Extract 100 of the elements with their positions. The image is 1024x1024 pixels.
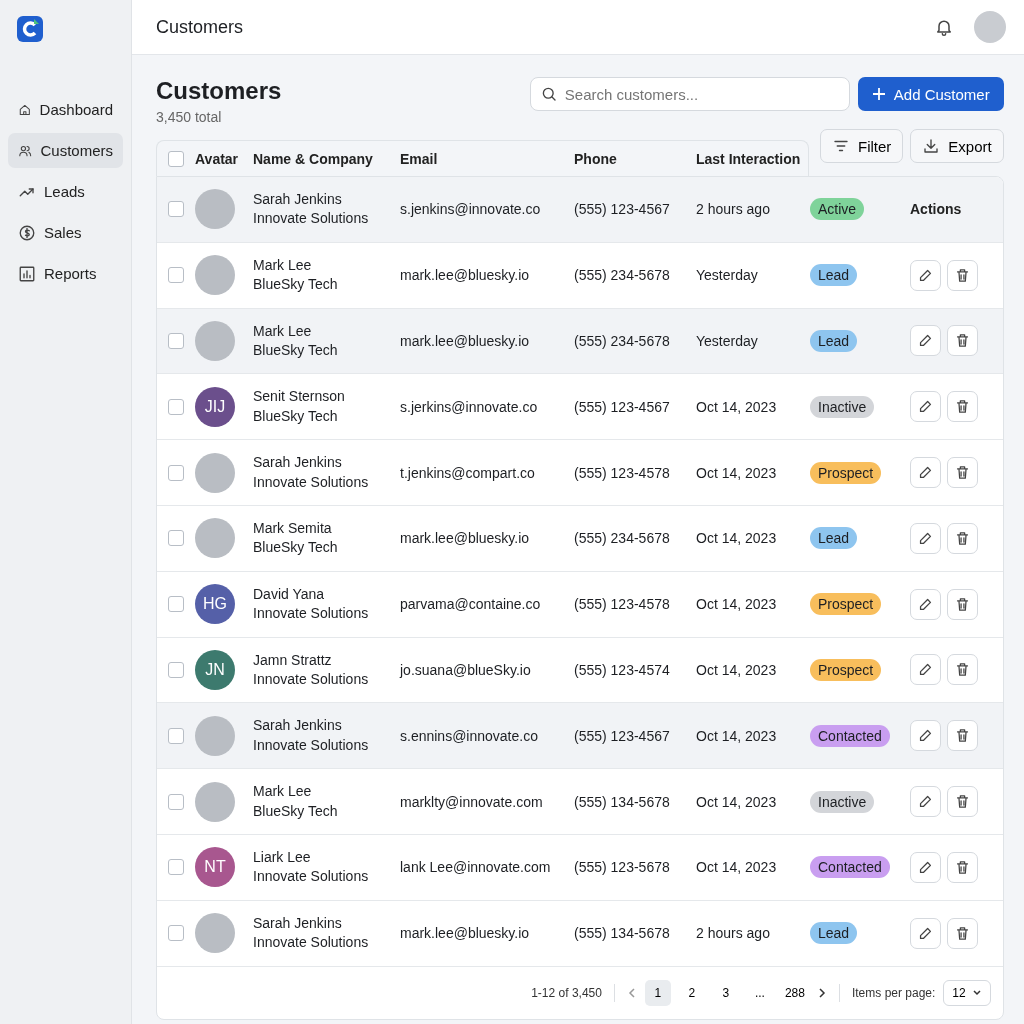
sidebar-item[interactable]: Leads	[8, 174, 123, 209]
row-checkbox[interactable]	[168, 201, 184, 218]
edit-button[interactable]	[910, 457, 941, 489]
select-all-checkbox[interactable]	[168, 150, 184, 167]
edit-button[interactable]	[910, 654, 941, 686]
phone-cell-text: (555) 123-4567	[574, 398, 671, 415]
row-checkbox[interactable]	[168, 333, 184, 349]
row-checkbox[interactable]	[168, 596, 184, 613]
next-page-button[interactable]	[816, 986, 827, 999]
phone-cell-text: (555) 234-5678	[574, 530, 671, 547]
company-name: BlueSky Tech	[253, 277, 339, 293]
row-checkbox[interactable]	[168, 464, 184, 481]
trash-icon	[954, 727, 971, 745]
dollar-icon	[18, 223, 36, 242]
edit-button[interactable]	[910, 851, 941, 883]
initials-avatar: HG	[195, 584, 235, 625]
email-cell-text: t.jenkins@compart.co	[400, 464, 536, 481]
page-button[interactable]: ...	[746, 979, 773, 1006]
email-cell-text: s.jenkins@innovate.co	[400, 201, 542, 218]
delete-button[interactable]	[947, 786, 978, 818]
delete-button[interactable]	[947, 588, 978, 620]
last-interaction-cell-text: Oct 14, 2023	[696, 859, 778, 876]
delete-button[interactable]	[947, 522, 978, 554]
company-name: BlueSky Tech	[253, 803, 339, 819]
edit-button[interactable]	[910, 522, 941, 554]
filter-button[interactable]: Filter	[820, 129, 904, 163]
photo-placeholder	[195, 781, 235, 822]
row-checkbox[interactable]	[168, 859, 184, 876]
customer-name: Mark Semita	[253, 521, 333, 537]
export-button[interactable]: Export	[910, 129, 1004, 163]
company-name: Innovate Solutions	[253, 474, 370, 490]
row-checkbox[interactable]	[168, 793, 184, 810]
bar-chart-icon	[18, 264, 36, 283]
page-button[interactable]: 3	[712, 979, 739, 1006]
trash-icon	[954, 858, 971, 876]
download-icon	[922, 137, 941, 155]
delete-button[interactable]	[947, 457, 978, 489]
row-checkbox[interactable]	[168, 267, 184, 284]
trash-icon	[954, 398, 971, 416]
page-button[interactable]: 1	[644, 979, 671, 1006]
phone-cell-text: (555) 234-5678	[574, 333, 671, 349]
company-name: BlueSky Tech	[253, 408, 339, 425]
status-badge: Contacted	[810, 724, 890, 747]
page-title: Customers	[156, 77, 283, 105]
page-button[interactable]: 2	[678, 979, 705, 1006]
email-cell-text: mark.lee@bluesky.io	[400, 267, 531, 284]
row-checkbox[interactable]	[168, 661, 184, 678]
email-cell-text: lank Lee@innovate.com	[400, 859, 552, 876]
delete-button[interactable]	[947, 259, 978, 291]
company-name: Innovate Solutions	[253, 935, 370, 951]
delete-button[interactable]	[947, 917, 978, 949]
photo-placeholder	[195, 189, 235, 230]
edit-button[interactable]	[910, 786, 941, 818]
status-badge: Prospect	[810, 593, 882, 616]
page-button[interactable]: 288	[780, 979, 809, 1006]
edit-button[interactable]	[910, 391, 941, 423]
sidebar-item[interactable]: Reports	[8, 256, 123, 291]
add-customer-button[interactable]: Add Customer	[857, 77, 1004, 111]
row-checkbox[interactable]	[168, 398, 184, 415]
status-badge: Lead	[810, 527, 858, 550]
column-header: Last Interaction	[696, 150, 802, 167]
phone-cell-text: (555) 234-5678	[574, 267, 671, 284]
edit-button[interactable]	[910, 259, 941, 291]
customer-name: Liark Lee	[253, 849, 312, 866]
edit-button[interactable]	[910, 720, 941, 752]
last-interaction-cell-text: 2 hours ago	[696, 201, 771, 218]
row-checkbox[interactable]	[168, 530, 184, 547]
delete-button[interactable]	[947, 325, 978, 357]
photo-placeholder	[195, 452, 235, 493]
last-interaction-cell-text: Oct 14, 2023	[696, 530, 778, 547]
edit-button[interactable]	[910, 588, 941, 620]
delete-button[interactable]	[947, 851, 978, 883]
sidebar-item[interactable]: Customers	[8, 133, 123, 168]
company-name: BlueSky Tech	[253, 540, 339, 556]
edit-button[interactable]	[910, 325, 941, 357]
edit-button[interactable]	[910, 917, 941, 949]
customer-name: Mark Lee	[253, 784, 313, 800]
company-name: Innovate Solutions	[253, 211, 370, 227]
email-cell-text: marklty@innovate.com	[400, 793, 544, 810]
email-cell-text: mark.lee@bluesky.io	[400, 333, 531, 349]
row-checkbox[interactable]	[168, 727, 184, 744]
previous-page-button[interactable]	[626, 986, 637, 999]
sidebar-item[interactable]: Sales	[8, 215, 123, 250]
email-cell-text: parvama@containe.co	[400, 596, 542, 613]
range-label: 1-12 of 3,450	[531, 985, 602, 1000]
items-per-page-select[interactable]: 12	[943, 979, 991, 1006]
sidebar-item[interactable]: Dashboard	[8, 92, 123, 127]
trash-icon	[954, 595, 971, 613]
column-header: Email	[400, 150, 439, 167]
customer-name: Mark Lee	[253, 257, 313, 274]
delete-button[interactable]	[947, 720, 978, 752]
search-field[interactable]: Search customers...	[529, 77, 850, 111]
company-name: Innovate Solutions	[253, 737, 370, 754]
email-cell-text: jo.suana@blueSky.io	[400, 661, 532, 678]
plus-icon	[871, 87, 886, 101]
row-checkbox[interactable]	[168, 925, 184, 942]
delete-button[interactable]	[947, 654, 978, 686]
status-badge: Prospect	[810, 461, 882, 484]
trash-icon	[954, 266, 971, 284]
delete-button[interactable]	[947, 391, 978, 423]
